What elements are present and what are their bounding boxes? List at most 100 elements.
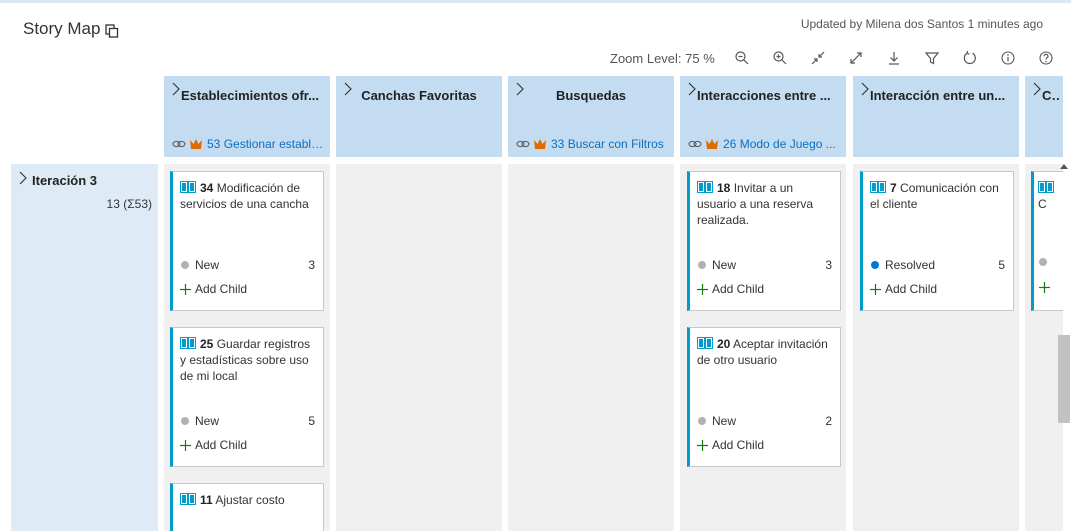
toolbar: Zoom Level: 75 % xyxy=(0,47,1071,73)
card-state[interactable]: New xyxy=(698,414,736,428)
book-icon xyxy=(180,181,196,193)
download-button[interactable] xyxy=(883,47,905,69)
card-state[interactable]: New xyxy=(698,258,736,272)
collapse-button[interactable] xyxy=(807,47,829,69)
column-title: Cor xyxy=(1042,88,1059,103)
card-effort: 3 xyxy=(308,258,315,272)
card-title[interactable]: 7 Comunicación con el cliente xyxy=(870,180,1007,212)
column-header[interactable]: Establecimientos ofr... 53 Gestionar est… xyxy=(164,76,330,157)
work-item-card[interactable]: 11 Ajustar costo xyxy=(170,483,324,531)
book-icon xyxy=(1038,181,1054,193)
vertical-scrollbar[interactable] xyxy=(1057,163,1071,531)
copy-icon[interactable] xyxy=(105,24,119,38)
column-title: Interacciones entre ... xyxy=(697,88,831,103)
add-child-button[interactable]: Add Child xyxy=(180,282,247,296)
epic-link[interactable]: 53 Gestionar estable... xyxy=(172,137,326,151)
book-icon xyxy=(870,181,886,193)
title-bar: Story Map Updated by Milena dos Santos 1… xyxy=(0,3,1071,47)
crown-icon xyxy=(190,139,202,149)
card-state[interactable]: New xyxy=(181,414,219,428)
crown-icon xyxy=(706,139,718,149)
plus-icon xyxy=(180,439,191,451)
chevron-right-icon[interactable] xyxy=(1032,82,1042,96)
scroll-thumb[interactable] xyxy=(1058,335,1070,423)
work-item-card[interactable]: 20 Aceptar invitación de otro usuario Ne… xyxy=(687,327,841,467)
filter-icon xyxy=(924,52,940,65)
card-state[interactable]: Resolved xyxy=(871,258,935,272)
card-effort: 3 xyxy=(825,258,832,272)
state-dot xyxy=(1039,258,1047,266)
iteration-title: Iteración 3 xyxy=(32,173,98,188)
column-title: Interacción entre un... xyxy=(870,88,1006,103)
state-dot xyxy=(181,261,189,269)
zoom-out-button[interactable] xyxy=(731,47,753,69)
card-title[interactable]: C xyxy=(1038,180,1057,212)
download-icon xyxy=(889,52,899,65)
add-child-button[interactable]: Add Child xyxy=(870,282,937,296)
work-item-card[interactable]: 34 Modificación de servicios de una canc… xyxy=(170,171,324,311)
help-icon xyxy=(1039,51,1053,65)
add-child-button[interactable] xyxy=(1039,282,1054,293)
work-item-card[interactable]: 25 Guardar registros y estadísticas sobr… xyxy=(170,327,324,467)
column-header[interactable]: Interacción entre un... xyxy=(853,76,1019,157)
state-dot xyxy=(871,261,879,269)
collapse-icon xyxy=(811,51,825,65)
help-button[interactable] xyxy=(1035,47,1057,69)
card-effort: 5 xyxy=(308,414,315,428)
link-icon xyxy=(172,140,186,148)
iteration-count: 13 (Σ53) xyxy=(106,197,152,211)
card-title[interactable]: 20 Aceptar invitación de otro usuario xyxy=(697,336,834,368)
zoom-in-icon xyxy=(773,51,787,65)
crown-icon xyxy=(534,139,546,149)
zoom-in-button[interactable] xyxy=(769,47,791,69)
plus-icon xyxy=(697,439,708,451)
updated-text: Updated by Milena dos Santos 1 minutes a… xyxy=(800,17,1043,31)
column-header[interactable]: Interacciones entre ... 26 Modo de Juego… xyxy=(680,76,846,157)
book-icon xyxy=(180,337,196,349)
card-title[interactable]: 18 Invitar a un usuario a una reserva re… xyxy=(697,180,834,228)
chevron-right-icon[interactable] xyxy=(18,171,28,185)
chevron-right-icon[interactable] xyxy=(687,82,697,96)
card-title[interactable]: 34 Modificación de servicios de una canc… xyxy=(180,180,317,212)
state-dot xyxy=(698,417,706,425)
card-effort: 5 xyxy=(998,258,1005,272)
card-title[interactable]: 25 Guardar registros y estadísticas sobr… xyxy=(180,336,317,384)
info-button[interactable] xyxy=(997,47,1019,69)
work-item-card[interactable]: 18 Invitar a un usuario a una reserva re… xyxy=(687,171,841,311)
epic-link[interactable]: 26 Modo de Juego ... xyxy=(688,137,842,151)
board-cell xyxy=(336,164,502,531)
card-state[interactable] xyxy=(1039,258,1053,266)
scroll-up-icon[interactable] xyxy=(1060,163,1068,171)
column-header[interactable]: Cor xyxy=(1025,76,1063,157)
card-effort: 2 xyxy=(825,414,832,428)
chevron-right-icon[interactable] xyxy=(171,82,181,96)
chevron-right-icon[interactable] xyxy=(860,82,870,96)
add-child-button[interactable]: Add Child xyxy=(180,438,247,452)
work-item-card[interactable]: 7 Comunicación con el cliente Resolved 5… xyxy=(860,171,1014,311)
link-icon xyxy=(688,140,702,148)
book-icon xyxy=(697,181,713,193)
add-child-button[interactable]: Add Child xyxy=(697,438,764,452)
board-cell xyxy=(508,164,674,531)
story-map-board: Establecimientos ofr... 53 Gestionar est… xyxy=(0,76,1063,531)
card-title[interactable]: 11 Ajustar costo xyxy=(180,492,317,508)
column-header[interactable]: Canchas Favoritas xyxy=(336,76,502,157)
link-icon xyxy=(516,140,530,148)
plus-icon xyxy=(870,283,881,295)
card-state[interactable]: New xyxy=(181,258,219,272)
book-icon xyxy=(180,493,196,505)
column-header[interactable]: Busquedas 33 Buscar con Filtros xyxy=(508,76,674,157)
plus-icon xyxy=(697,283,708,295)
page-title: Story Map xyxy=(23,19,101,38)
epic-link[interactable]: 33 Buscar con Filtros xyxy=(516,137,670,151)
state-dot xyxy=(181,417,189,425)
expand-button[interactable] xyxy=(845,47,867,69)
iteration-row-header[interactable]: Iteración 3 13 (Σ53) xyxy=(11,164,158,531)
info-icon xyxy=(1001,51,1015,65)
refresh-button[interactable] xyxy=(959,47,981,69)
filter-button[interactable] xyxy=(921,47,943,69)
plus-icon xyxy=(180,283,191,295)
expand-icon xyxy=(850,52,862,64)
column-title: Canchas Favoritas xyxy=(361,88,477,103)
add-child-button[interactable]: Add Child xyxy=(697,282,764,296)
